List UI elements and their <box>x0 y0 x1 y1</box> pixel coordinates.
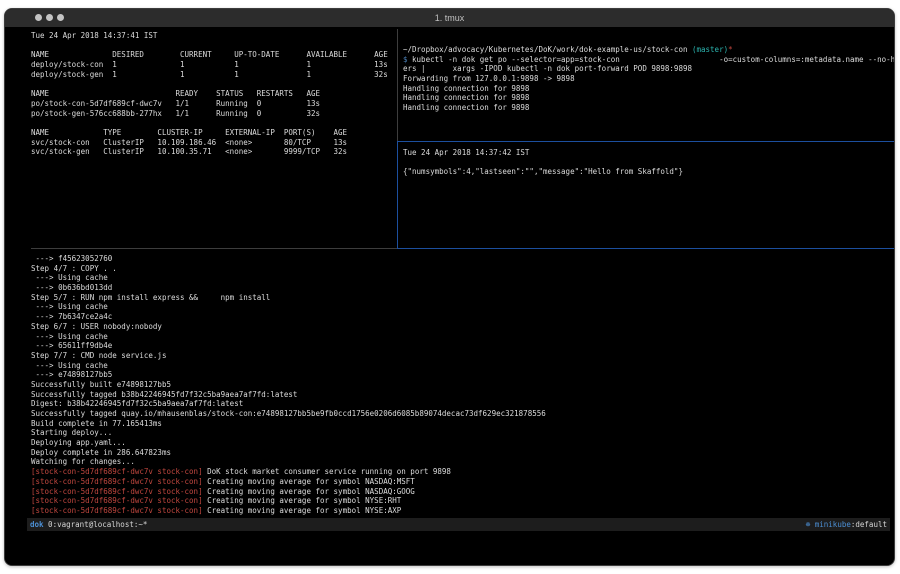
terminal-line: ---> f45623052760 <box>31 254 876 264</box>
terminal-line: Starting deploy... <box>31 428 876 438</box>
terminal-line <box>31 41 397 51</box>
terminal-line: Handling connection for 9898 <box>403 103 892 113</box>
terminal-line: Deploying app.yaml... <box>31 438 876 448</box>
pane-divider-vertical-active[interactable] <box>397 141 398 248</box>
terminal-line: [stock-con-5d7df689cf-dwc7v stock-con] C… <box>31 487 876 497</box>
terminal-line: Step 6/7 : USER nobody:nobody <box>31 322 876 332</box>
terminal-line: ---> Using cache <box>31 332 876 342</box>
terminal-line: Handling connection for 9898 <box>403 84 892 94</box>
terminal-line: Forwarding from 127.0.0.1:9898 -> 9898 <box>403 74 892 84</box>
terminal-line <box>31 118 397 128</box>
terminal-line: NAME TYPE CLUSTER-IP EXTERNAL-IP PORT(S)… <box>31 128 397 138</box>
window-titlebar[interactable]: 1. tmux <box>5 9 894 28</box>
pane-divider-horizontal[interactable] <box>31 248 397 249</box>
terminal-line: ---> Using cache <box>31 361 876 371</box>
terminal-line: Handling connection for 9898 <box>403 93 892 103</box>
pane-divider-vertical[interactable] <box>397 29 398 141</box>
terminal-line: ---> e74898127bb5 <box>31 370 876 380</box>
kube-context-label: minikube <box>810 520 851 529</box>
screenshot-page: 1. tmux Tue 24 Apr 2018 14:37:41 IST NAM… <box>0 0 900 574</box>
terminal-line: Successfully tagged b38b42246945fd7f32c5… <box>31 390 876 400</box>
pane-skaffold-build-log[interactable]: ---> f45623052760Step 4/7 : COPY . . ---… <box>31 254 876 516</box>
terminal-line: ---> 0b636bd013dd <box>31 283 876 293</box>
terminal-line: svc/stock-gen ClusterIP 10.100.35.71 <no… <box>31 147 397 157</box>
pane-divider-horizontal-active-top[interactable] <box>397 141 894 142</box>
pane-service-response[interactable]: Tue 24 Apr 2018 14:37:42 IST {"numsymbol… <box>403 148 892 177</box>
terminal-line: NAME READY STATUS RESTARTS AGE <box>31 89 397 99</box>
terminal-line: po/stock-gen-576cc688bb-277hx 1/1 Runnin… <box>31 109 397 119</box>
terminal-line: $ kubectl -n dok get po --selector=app=s… <box>403 55 892 65</box>
terminal-line: svc/stock-con ClusterIP 10.109.186.46 <n… <box>31 138 397 148</box>
tmux-status-left: dok 0:vagrant@localhost:~* <box>30 520 147 530</box>
terminal-line: [stock-con-5d7df689cf-dwc7v stock-con] D… <box>31 467 876 477</box>
terminal-line: deploy/stock-con 1 1 1 1 13s <box>31 60 397 70</box>
terminal-line: Tue 24 Apr 2018 14:37:42 IST <box>403 148 892 158</box>
terminal-line: ---> 65611ff9db4e <box>31 341 876 351</box>
terminal-line: Deploy complete in 286.647823ms <box>31 448 876 458</box>
terminal-line: Step 5/7 : RUN npm install express && np… <box>31 293 876 303</box>
terminal-line: Successfully tagged quay.io/mhausenblas/… <box>31 409 876 419</box>
terminal-line: ers | xargs -IPOD kubectl -n dok port-fo… <box>403 64 892 74</box>
window-title: 1. tmux <box>5 9 894 27</box>
terminal-line: ---> 7b6347ce2a4c <box>31 312 876 322</box>
terminal-line: Digest: b38b42246945fd7f32c5ba9aea7af7fd… <box>31 399 876 409</box>
terminal-line: ---> Using cache <box>31 273 876 283</box>
pane-kubectl-watch-output[interactable]: Tue 24 Apr 2018 14:37:41 IST NAME DESIRE… <box>31 31 397 157</box>
terminal-line: po/stock-con-5d7df689cf-dwc7v 1/1 Runnin… <box>31 99 397 109</box>
tmux-window-label[interactable]: 0:vagrant@localhost:~* <box>44 520 148 529</box>
terminal-line <box>403 158 892 168</box>
pane-divider-horizontal-active-bottom[interactable] <box>397 248 894 249</box>
terminal-line: {"numsymbols":4,"lastseen":"","message":… <box>403 167 892 177</box>
kube-namespace-label: :default <box>851 520 887 529</box>
tmux-status-right: ☸ minikube:default <box>806 520 887 530</box>
terminal-line: Tue 24 Apr 2018 14:37:41 IST <box>31 31 397 41</box>
terminal-window: 1. tmux Tue 24 Apr 2018 14:37:41 IST NAM… <box>4 8 895 566</box>
terminal-line: NAME DESIRED CURRENT UP-TO-DATE AVAILABL… <box>31 50 397 60</box>
terminal-line: Successfully built e74898127bb5 <box>31 380 876 390</box>
tmux-terminal[interactable]: Tue 24 Apr 2018 14:37:41 IST NAME DESIRE… <box>5 27 894 565</box>
terminal-line: [stock-con-5d7df689cf-dwc7v stock-con] C… <box>31 496 876 506</box>
terminal-line: ~/Dropbox/advocacy/Kubernetes/DoK/work/d… <box>403 45 892 55</box>
terminal-line: Build complete in 77.165413ms <box>31 419 876 429</box>
terminal-line: ---> Using cache <box>31 302 876 312</box>
terminal-line <box>31 79 397 89</box>
pane-port-forward-shell[interactable]: ~/Dropbox/advocacy/Kubernetes/DoK/work/d… <box>403 45 892 113</box>
terminal-line: Watching for changes... <box>31 457 876 467</box>
terminal-line: [stock-con-5d7df689cf-dwc7v stock-con] C… <box>31 477 876 487</box>
terminal-line: Step 4/7 : COPY . . <box>31 264 876 274</box>
tmux-status-bar: dok 0:vagrant@localhost:~* ☸ minikube:de… <box>27 518 890 531</box>
terminal-line: deploy/stock-gen 1 1 1 1 32s <box>31 70 397 80</box>
tmux-session-name[interactable]: dok <box>30 520 44 529</box>
terminal-line: Step 7/7 : CMD node service.js <box>31 351 876 361</box>
terminal-line: [stock-con-5d7df689cf-dwc7v stock-con] C… <box>31 506 876 516</box>
